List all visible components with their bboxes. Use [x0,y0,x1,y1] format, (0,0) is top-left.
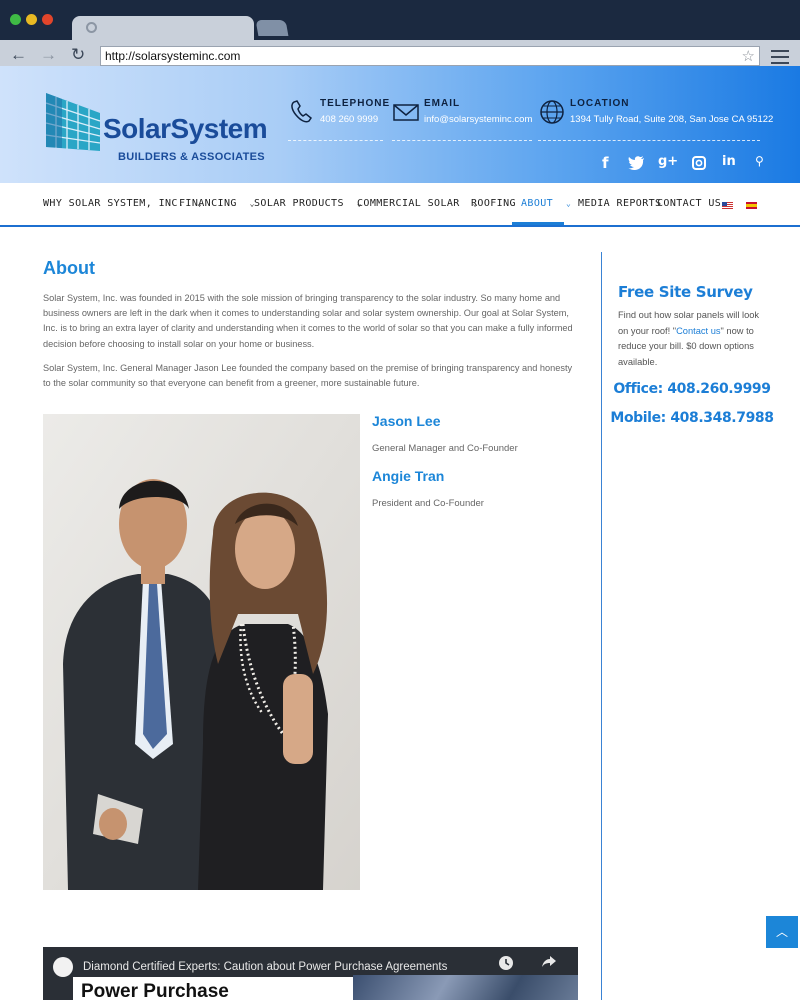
about-paragraph-1: Solar System, Inc. was founded in 2015 w… [43,293,573,349]
mobile-phone[interactable]: Mobile: 408.348.7988 [606,410,778,426]
window-minimize-dot[interactable] [26,14,37,25]
person-role: General Manager and Co-Founder [372,443,518,454]
divider [538,140,760,141]
nav-item-commercial-solar[interactable]: COMMERCIAL SOLAR ⌄ [357,198,478,209]
video-title[interactable]: Diamond Certified Experts: Caution about… [83,961,447,973]
tab-favicon-icon [86,22,97,33]
person-role: President and Co-Founder [372,498,484,509]
nav-item-solar-products[interactable]: SOLAR PRODUCTS ⌄ [254,198,362,209]
person-name: Jason Lee [372,413,441,429]
person-name: Angie Tran [372,468,445,484]
nav-item-media-reports[interactable]: MEDIA REPORTS [578,198,661,209]
nav-item-roofing[interactable]: ROOFING [471,198,516,209]
chevron-up-icon: ︿ [775,925,788,939]
sidebar-divider [601,252,602,1000]
sidebar-text: Find out how solar panels will look on y… [618,310,760,367]
address-bar[interactable]: http://solarsysteminc.com ☆ [100,46,760,66]
nav-item-financing[interactable]: FINANCING ⌄ [179,198,255,209]
nav-item-about[interactable]: ABOUT ⌄ [521,198,571,209]
bookmark-star-icon[interactable]: ☆ [742,47,755,65]
instagram-icon[interactable] [692,156,706,170]
us-flag-icon[interactable] [722,202,733,209]
window-maximize-dot[interactable] [10,14,21,25]
scroll-to-top-button[interactable]: ︿ [766,916,798,948]
browser-tab-active[interactable] [72,16,254,42]
linkedin-icon[interactable]: in [722,154,736,169]
forward-arrow-icon[interactable]: → [40,46,57,64]
google-plus-icon[interactable]: g+ [658,154,678,169]
back-arrow-icon[interactable]: ← [10,46,27,64]
spain-flag-icon[interactable] [746,202,757,209]
channel-logo-icon [53,957,73,977]
main-navigation: WHY SOLAR SYSTEM, INC. ⌄ FINANCING ⌄ SOL… [0,183,800,227]
solar-panel-logo-icon[interactable] [42,91,102,153]
url-text: http://solarsysteminc.com [105,49,241,63]
divider [288,140,383,141]
browser-tab-new[interactable] [255,20,289,36]
contact-us-link[interactable]: Contact us [676,326,720,336]
browser-titlebar [0,0,800,42]
browser-menu-icon[interactable] [771,50,789,64]
telephone-value[interactable]: 408 260 9999 [320,114,378,125]
office-phone[interactable]: Office: 408.260.9999 [606,381,778,397]
email-value[interactable]: info@solarsysteminc.com [424,114,532,125]
nav-item-contact-us[interactable]: CONTACT US [657,198,721,209]
video-thumbnail-text: Power Purchase [81,981,229,1000]
watch-later-clock-icon[interactable] [498,955,514,971]
site-header: SolarSystem BUILDERS & ASSOCIATES TELEPH… [0,66,800,183]
social-links: f g+ in ⚲ [600,154,770,174]
telephone-label: TELEPHONE [320,98,391,109]
search-icon[interactable]: ⚲ [755,154,764,168]
divider [392,140,532,141]
video-thumbnail-image [353,975,578,1000]
share-arrow-icon[interactable] [541,955,557,969]
video-embed[interactable]: Diamond Certified Experts: Caution about… [43,947,578,1000]
about-paragraph-2: Solar System, Inc. General Manager Jason… [43,363,573,389]
nav-active-indicator [512,222,564,225]
page-title: About [43,258,95,278]
location-value: 1394 Tully Road, Suite 208, San Jose CA … [570,114,774,125]
phone-icon [291,100,313,123]
envelope-icon [393,104,419,121]
logo-title[interactable]: SolarSystem [103,113,268,145]
facebook-icon[interactable]: f [602,154,609,172]
globe-icon [540,100,564,124]
sidebar-title: Free Site Survey [618,283,753,301]
reload-icon[interactable]: ↻ [71,46,85,64]
window-close-dot[interactable] [42,14,53,25]
founders-photo [43,414,360,890]
logo-subtitle: BUILDERS & ASSOCIATES [118,151,265,163]
email-label: EMAIL [424,98,461,109]
twitter-icon[interactable] [628,156,645,170]
location-label: LOCATION [570,98,630,109]
